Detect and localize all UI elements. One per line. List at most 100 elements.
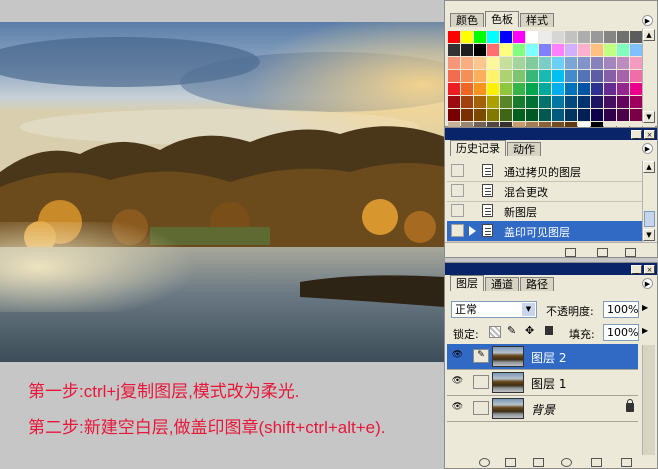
history-item[interactable]: 新图层 — [447, 201, 644, 222]
color-swatch[interactable] — [591, 96, 603, 108]
tab-color[interactable]: 颜色 — [450, 13, 484, 27]
tab-channels[interactable]: 通道 — [485, 277, 519, 291]
color-swatch[interactable] — [448, 57, 460, 69]
new-layer-icon[interactable] — [591, 458, 602, 467]
color-swatch[interactable] — [630, 44, 642, 56]
history-item[interactable]: 通过拷贝的图层 — [447, 161, 644, 182]
color-swatch[interactable] — [474, 96, 486, 108]
history-titlebar[interactable]: _ × — [445, 128, 657, 140]
history-scrollbar[interactable]: ▲ ▼ — [642, 161, 655, 241]
snapshot-source-checkbox[interactable] — [451, 184, 464, 197]
color-swatch[interactable] — [617, 44, 629, 56]
tab-paths[interactable]: 路径 — [520, 277, 554, 291]
color-swatch[interactable] — [539, 96, 551, 108]
color-swatch[interactable] — [552, 44, 564, 56]
color-swatch[interactable] — [474, 83, 486, 95]
document-canvas[interactable] — [0, 22, 445, 362]
layer-row[interactable]: 👁 ✎ 图层 2 — [447, 344, 638, 370]
opacity-input[interactable]: 100% — [603, 301, 639, 318]
color-swatch[interactable] — [500, 96, 512, 108]
color-swatch[interactable] — [604, 44, 616, 56]
scroll-up-icon[interactable]: ▲ — [643, 161, 655, 173]
scroll-down-icon[interactable]: ▼ — [643, 229, 655, 241]
color-swatch[interactable] — [461, 31, 473, 43]
color-swatch[interactable] — [552, 57, 564, 69]
tab-history[interactable]: 历史记录 — [450, 140, 506, 156]
color-swatch[interactable] — [487, 109, 499, 121]
color-swatch[interactable] — [461, 109, 473, 121]
color-swatch[interactable] — [448, 96, 460, 108]
color-swatch[interactable] — [552, 31, 564, 43]
color-swatch[interactable] — [578, 96, 590, 108]
color-swatch[interactable] — [448, 83, 460, 95]
color-swatch[interactable] — [539, 57, 551, 69]
color-swatch[interactable] — [448, 109, 460, 121]
color-swatch[interactable] — [487, 96, 499, 108]
color-swatch[interactable] — [539, 70, 551, 82]
color-swatch[interactable] — [565, 57, 577, 69]
color-swatch[interactable] — [591, 70, 603, 82]
color-swatch[interactable] — [500, 83, 512, 95]
chevron-down-icon[interactable]: ▼ — [522, 303, 535, 316]
new-document-icon[interactable] — [565, 248, 576, 257]
adjustment-icon[interactable] — [561, 458, 572, 467]
fill-slider-icon[interactable]: ▶ — [642, 326, 648, 335]
color-swatch[interactable] — [500, 70, 512, 82]
color-swatch[interactable] — [565, 31, 577, 43]
color-swatch[interactable] — [526, 83, 538, 95]
color-swatch[interactable] — [448, 44, 460, 56]
snapshot-source-checkbox[interactable] — [451, 204, 464, 217]
color-swatch[interactable] — [565, 44, 577, 56]
color-swatch[interactable] — [487, 70, 499, 82]
minimize-icon[interactable]: _ — [631, 129, 642, 139]
color-swatch[interactable] — [630, 31, 642, 43]
layer-row[interactable]: 👁 图层 1 — [447, 370, 638, 396]
color-swatch[interactable] — [604, 96, 616, 108]
color-swatch[interactable] — [539, 44, 551, 56]
color-swatch[interactable] — [617, 31, 629, 43]
color-swatch[interactable] — [461, 44, 473, 56]
layer-thumbnail[interactable] — [492, 346, 524, 367]
layer-name[interactable]: 背景 — [531, 401, 555, 418]
color-swatch[interactable] — [474, 44, 486, 56]
color-swatch[interactable] — [552, 70, 564, 82]
color-swatch[interactable] — [474, 57, 486, 69]
color-swatch[interactable] — [513, 83, 525, 95]
color-swatch[interactable] — [630, 109, 642, 121]
color-swatch[interactable] — [630, 96, 642, 108]
color-swatch[interactable] — [513, 57, 525, 69]
color-swatch[interactable] — [487, 44, 499, 56]
layers-titlebar[interactable]: _ × — [445, 263, 657, 275]
snapshot-icon[interactable] — [597, 248, 608, 257]
color-swatch[interactable] — [617, 83, 629, 95]
opacity-slider-icon[interactable]: ▶ — [642, 303, 648, 312]
color-swatch[interactable] — [604, 31, 616, 43]
mask-icon[interactable] — [533, 458, 544, 467]
color-swatch[interactable] — [578, 109, 590, 121]
color-swatch[interactable] — [513, 70, 525, 82]
layers-scrollbar[interactable] — [642, 345, 655, 455]
color-swatch[interactable] — [526, 109, 538, 121]
color-swatch[interactable] — [630, 70, 642, 82]
layer-name[interactable]: 图层 2 — [531, 349, 566, 366]
layer-link-box[interactable] — [473, 401, 489, 415]
swatches-scrollbar[interactable]: ▲ ▼ — [642, 29, 655, 123]
color-swatch[interactable] — [617, 96, 629, 108]
color-swatch[interactable] — [487, 31, 499, 43]
visibility-eye-icon[interactable]: 👁 — [451, 402, 464, 413]
history-state-arrow-icon[interactable] — [469, 226, 476, 236]
color-swatch[interactable] — [617, 57, 629, 69]
color-swatch[interactable] — [461, 83, 473, 95]
snapshot-source-checkbox[interactable] — [451, 164, 464, 177]
color-swatch[interactable] — [487, 83, 499, 95]
color-swatch[interactable] — [526, 70, 538, 82]
color-swatch[interactable] — [617, 70, 629, 82]
lock-all-icon[interactable] — [545, 326, 553, 335]
color-swatch[interactable] — [513, 109, 525, 121]
visibility-eye-icon[interactable]: 👁 — [451, 376, 464, 387]
color-swatch[interactable] — [500, 31, 512, 43]
color-swatch[interactable] — [448, 70, 460, 82]
scroll-thumb[interactable] — [644, 211, 655, 227]
color-swatch[interactable] — [591, 31, 603, 43]
color-swatch[interactable] — [604, 70, 616, 82]
